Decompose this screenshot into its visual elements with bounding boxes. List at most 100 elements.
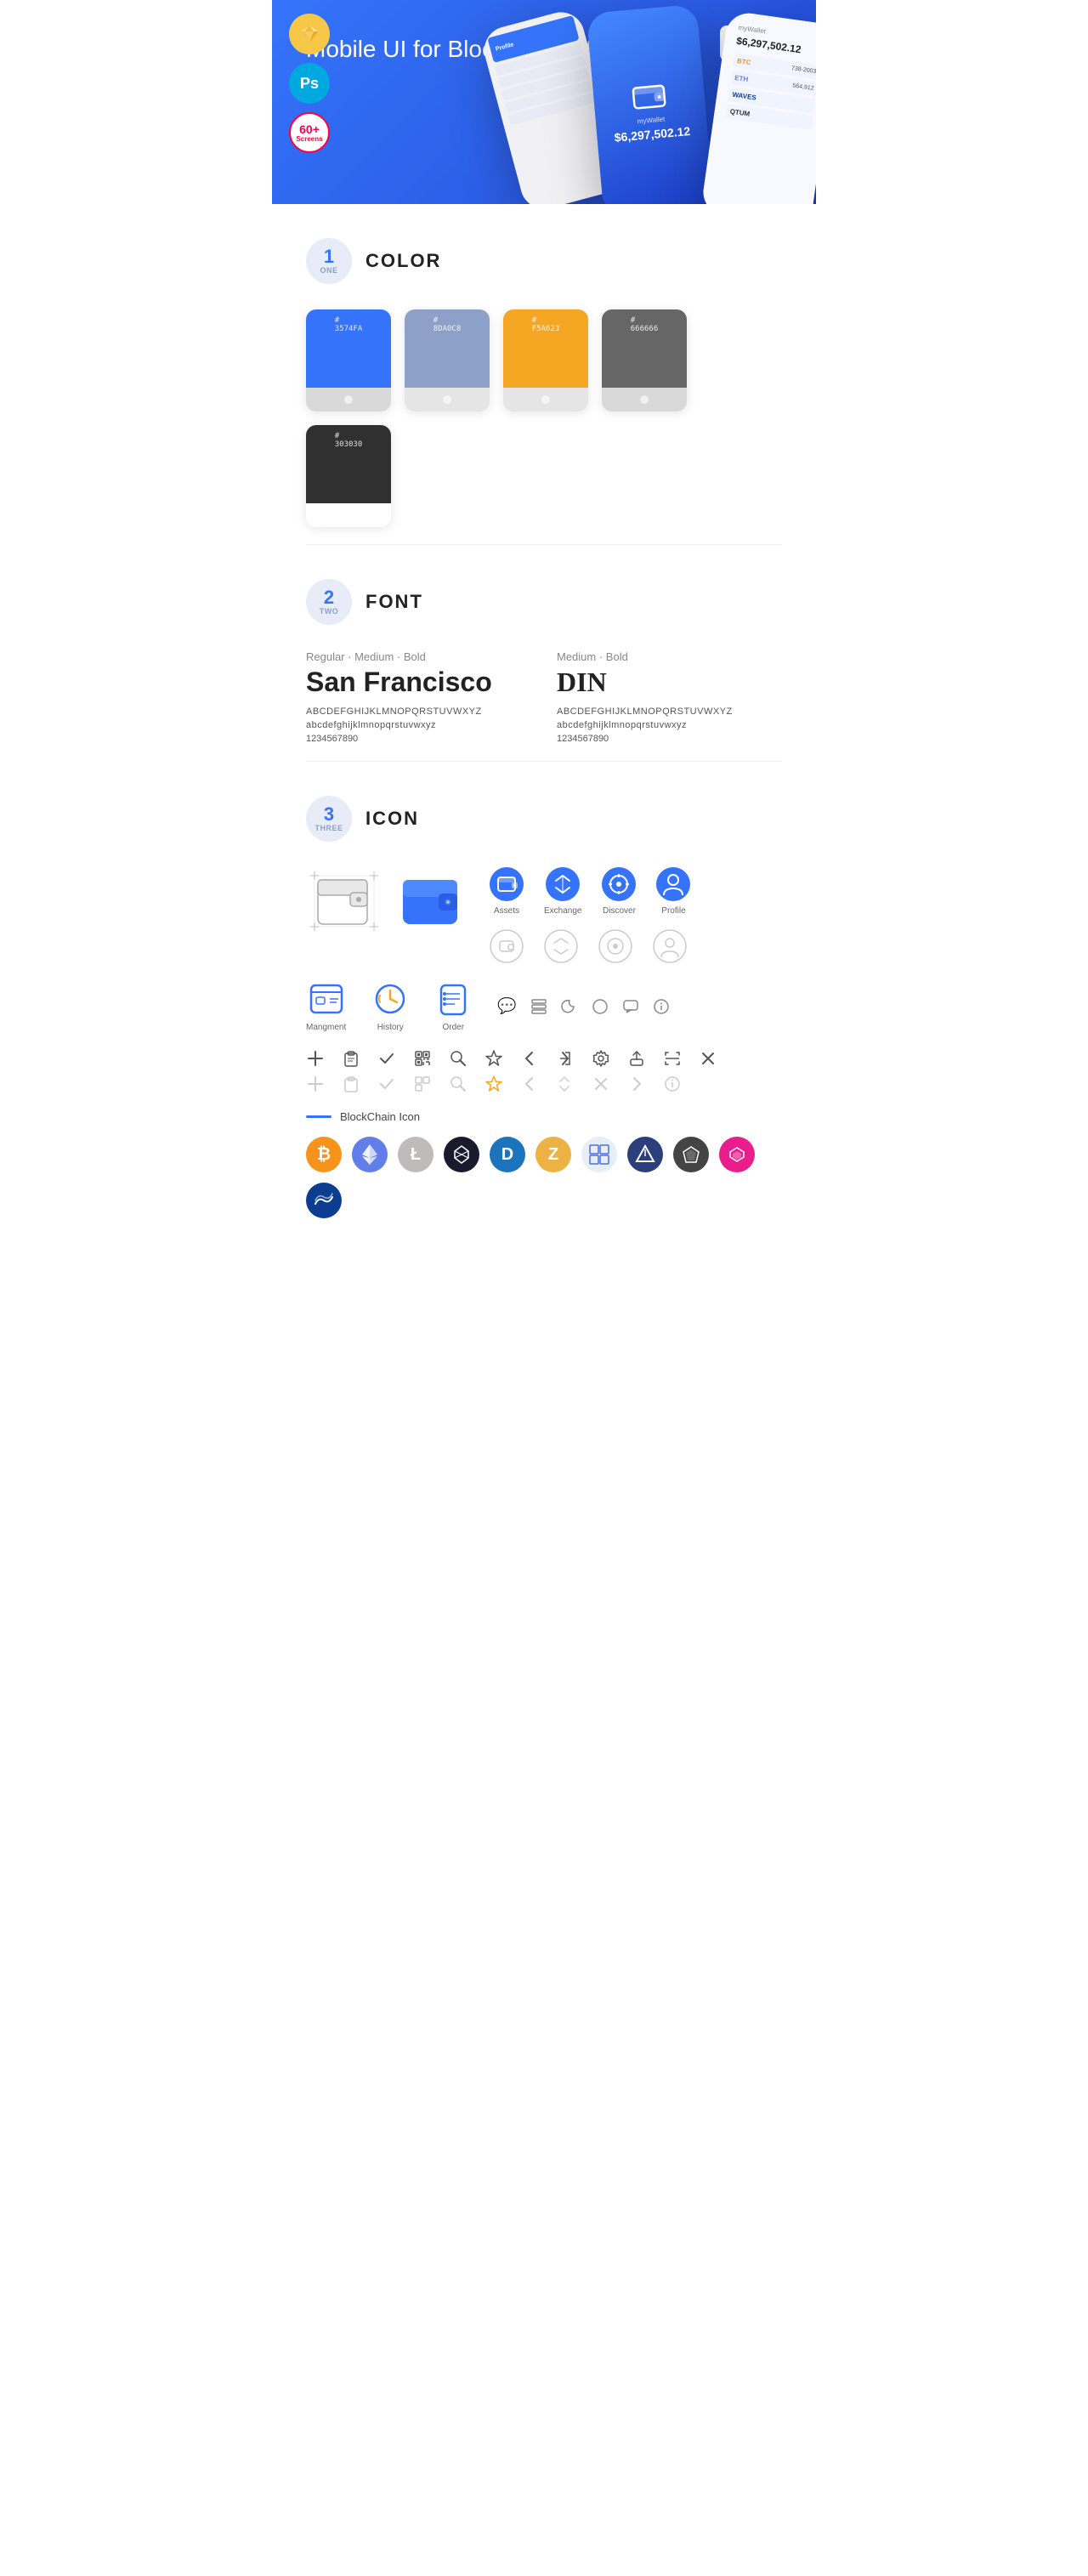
sf-font-name: San Francisco: [306, 667, 531, 698]
number-2-label: TWO: [320, 607, 339, 616]
clipboard-icon-ghost: [342, 1075, 360, 1093]
sf-style-label: Regular · Medium · Bold: [306, 650, 531, 663]
ps-badge: Ps: [289, 63, 330, 104]
gear-icon: [592, 1049, 610, 1068]
color-swatches-container: #3574FA #8DA0C8 #F5A623 #666666 #303030: [306, 309, 782, 527]
small-icons-row-1: [306, 1049, 782, 1068]
grid-logo: [581, 1137, 617, 1172]
icon-main-row: Assets Exchange: [306, 867, 782, 963]
check-icon-ghost: [377, 1075, 396, 1093]
din-numbers: 1234567890: [557, 734, 782, 744]
font-title: FONT: [366, 591, 423, 613]
number-2-big: 2: [324, 588, 334, 607]
speech-bubble-icon: [622, 998, 639, 1015]
crystal-logo: [673, 1137, 709, 1172]
order-icon-group: Order: [434, 980, 472, 1032]
assets-icon-ghost: [490, 929, 524, 963]
din-font-name: DIN: [557, 667, 782, 698]
blockchain-label-row: BlockChain Icon: [306, 1110, 782, 1123]
nav-icons-group: Assets Exchange: [490, 867, 690, 963]
profile-icon-label: Profile: [661, 906, 685, 916]
din-uppercase: ABCDEFGHIJKLMNOPQRSTUVWXYZ: [557, 706, 782, 717]
star-icon: [484, 1049, 503, 1068]
sf-lowercase: abcdefghijklmnopqrstuvwxyz: [306, 720, 531, 730]
wallet-icon-colored: [396, 871, 464, 931]
swatch-blue: #3574FA: [306, 309, 391, 411]
hero-section: Mobile UI for Blockchain Wallet UI Kit P…: [272, 0, 816, 204]
qr-icon-ghost: [413, 1075, 432, 1093]
order-icon-label: Order: [442, 1023, 464, 1032]
back-icon-ghost: [520, 1075, 539, 1093]
phones-container: Profile myW: [484, 0, 816, 204]
back-icon: [520, 1049, 539, 1068]
sf-numbers: 1234567890: [306, 734, 531, 744]
phone-mockup-2: myWallet $6,297,502.12: [586, 4, 714, 204]
swatch-orange: #F5A623: [503, 309, 588, 411]
close-icon: [699, 1049, 717, 1068]
exchange-icon-group: Exchange: [544, 867, 581, 916]
exchange-icon-ghost-small: [556, 1075, 575, 1093]
clipboard-icon: [342, 1049, 360, 1068]
layers-icon: [530, 998, 547, 1015]
exchange-icon-label: Exchange: [544, 906, 581, 916]
section-number-1: 1 ONE: [306, 238, 352, 284]
management-icon-label: Mangment: [306, 1023, 346, 1032]
blockchain-label: BlockChain Icon: [340, 1110, 420, 1123]
ethereum-logo: [352, 1137, 388, 1172]
screens-badge: 60+ Screens: [289, 112, 330, 153]
assets-icon-label: Assets: [494, 906, 519, 916]
font-section-header: 2 TWO FONT: [306, 579, 782, 625]
plus-icon-ghost: [306, 1075, 325, 1093]
discover-icon-group: Discover: [602, 867, 636, 916]
check-icon: [377, 1049, 396, 1068]
swatch-dark: #303030: [306, 425, 391, 527]
bitcoin-logo: ₿: [306, 1137, 342, 1172]
icon-title: ICON: [366, 808, 419, 830]
close-x-icon-ghost: [592, 1075, 610, 1093]
discover-icon-label: Discover: [603, 906, 636, 916]
icon-section-header: 3 THREE ICON: [306, 796, 782, 842]
swatch-gray: #666666: [602, 309, 687, 411]
section-number-3: 3 THREE: [306, 796, 352, 842]
screens-count: 60+: [299, 123, 320, 135]
screens-label: Screens: [296, 135, 322, 143]
assets-icon-group: Assets: [490, 867, 524, 916]
info-icon-ghost: [663, 1075, 682, 1093]
bottom-icons-row: Mangment History Order: [306, 980, 782, 1032]
number-3-label: THREE: [314, 824, 343, 832]
din-style-label: Medium · Bold: [557, 650, 782, 663]
number-1-big: 1: [324, 247, 334, 266]
waves-logo: [306, 1183, 342, 1218]
font-section: 2 TWO FONT Regular · Medium · Bold San F…: [272, 545, 816, 761]
swatch-slate: #8DA0C8: [405, 309, 490, 411]
sf-uppercase: ABCDEFGHIJKLMNOPQRSTUVWXYZ: [306, 706, 531, 717]
share-icon: [556, 1049, 575, 1068]
matic-logo: [719, 1137, 755, 1172]
star-icon-orange: [484, 1075, 503, 1093]
wireframe-area: [306, 867, 464, 935]
sketch-badge: [289, 14, 330, 54]
upload-icon: [627, 1049, 646, 1068]
forward-icon-ghost: [627, 1075, 646, 1093]
qr-icon: [413, 1049, 432, 1068]
color-section-header: 1 ONE COLOR: [306, 238, 782, 284]
number-3-big: 3: [324, 805, 334, 824]
history-icon-label: History: [377, 1023, 404, 1032]
small-icons-row-2: [306, 1075, 782, 1093]
font-din: Medium · Bold DIN ABCDEFGHIJKLMNOPQRSTUV…: [557, 650, 782, 744]
blockchain-line: [306, 1115, 332, 1118]
font-grid: Regular · Medium · Bold San Francisco AB…: [306, 650, 782, 744]
number-1-label: ONE: [320, 266, 337, 275]
din-lowercase: abcdefghijklmnopqrstuvwxyz: [557, 720, 782, 730]
chat-icon: 💬: [497, 997, 516, 1015]
color-title: COLOR: [366, 250, 441, 272]
plus-icon: [306, 1049, 325, 1068]
wallet-wireframe-1: [306, 867, 382, 935]
profile-icon-group: Profile: [656, 867, 690, 916]
circle-icon: [592, 998, 609, 1015]
color-section: 1 ONE COLOR #3574FA #8DA0C8 #F5A623 #666…: [272, 204, 816, 544]
nem-logo: [444, 1137, 479, 1172]
exchange-icon-ghost: [544, 929, 578, 963]
litecoin-logo: Ł: [398, 1137, 434, 1172]
nav-icons-colored-row: Assets Exchange: [490, 867, 690, 916]
